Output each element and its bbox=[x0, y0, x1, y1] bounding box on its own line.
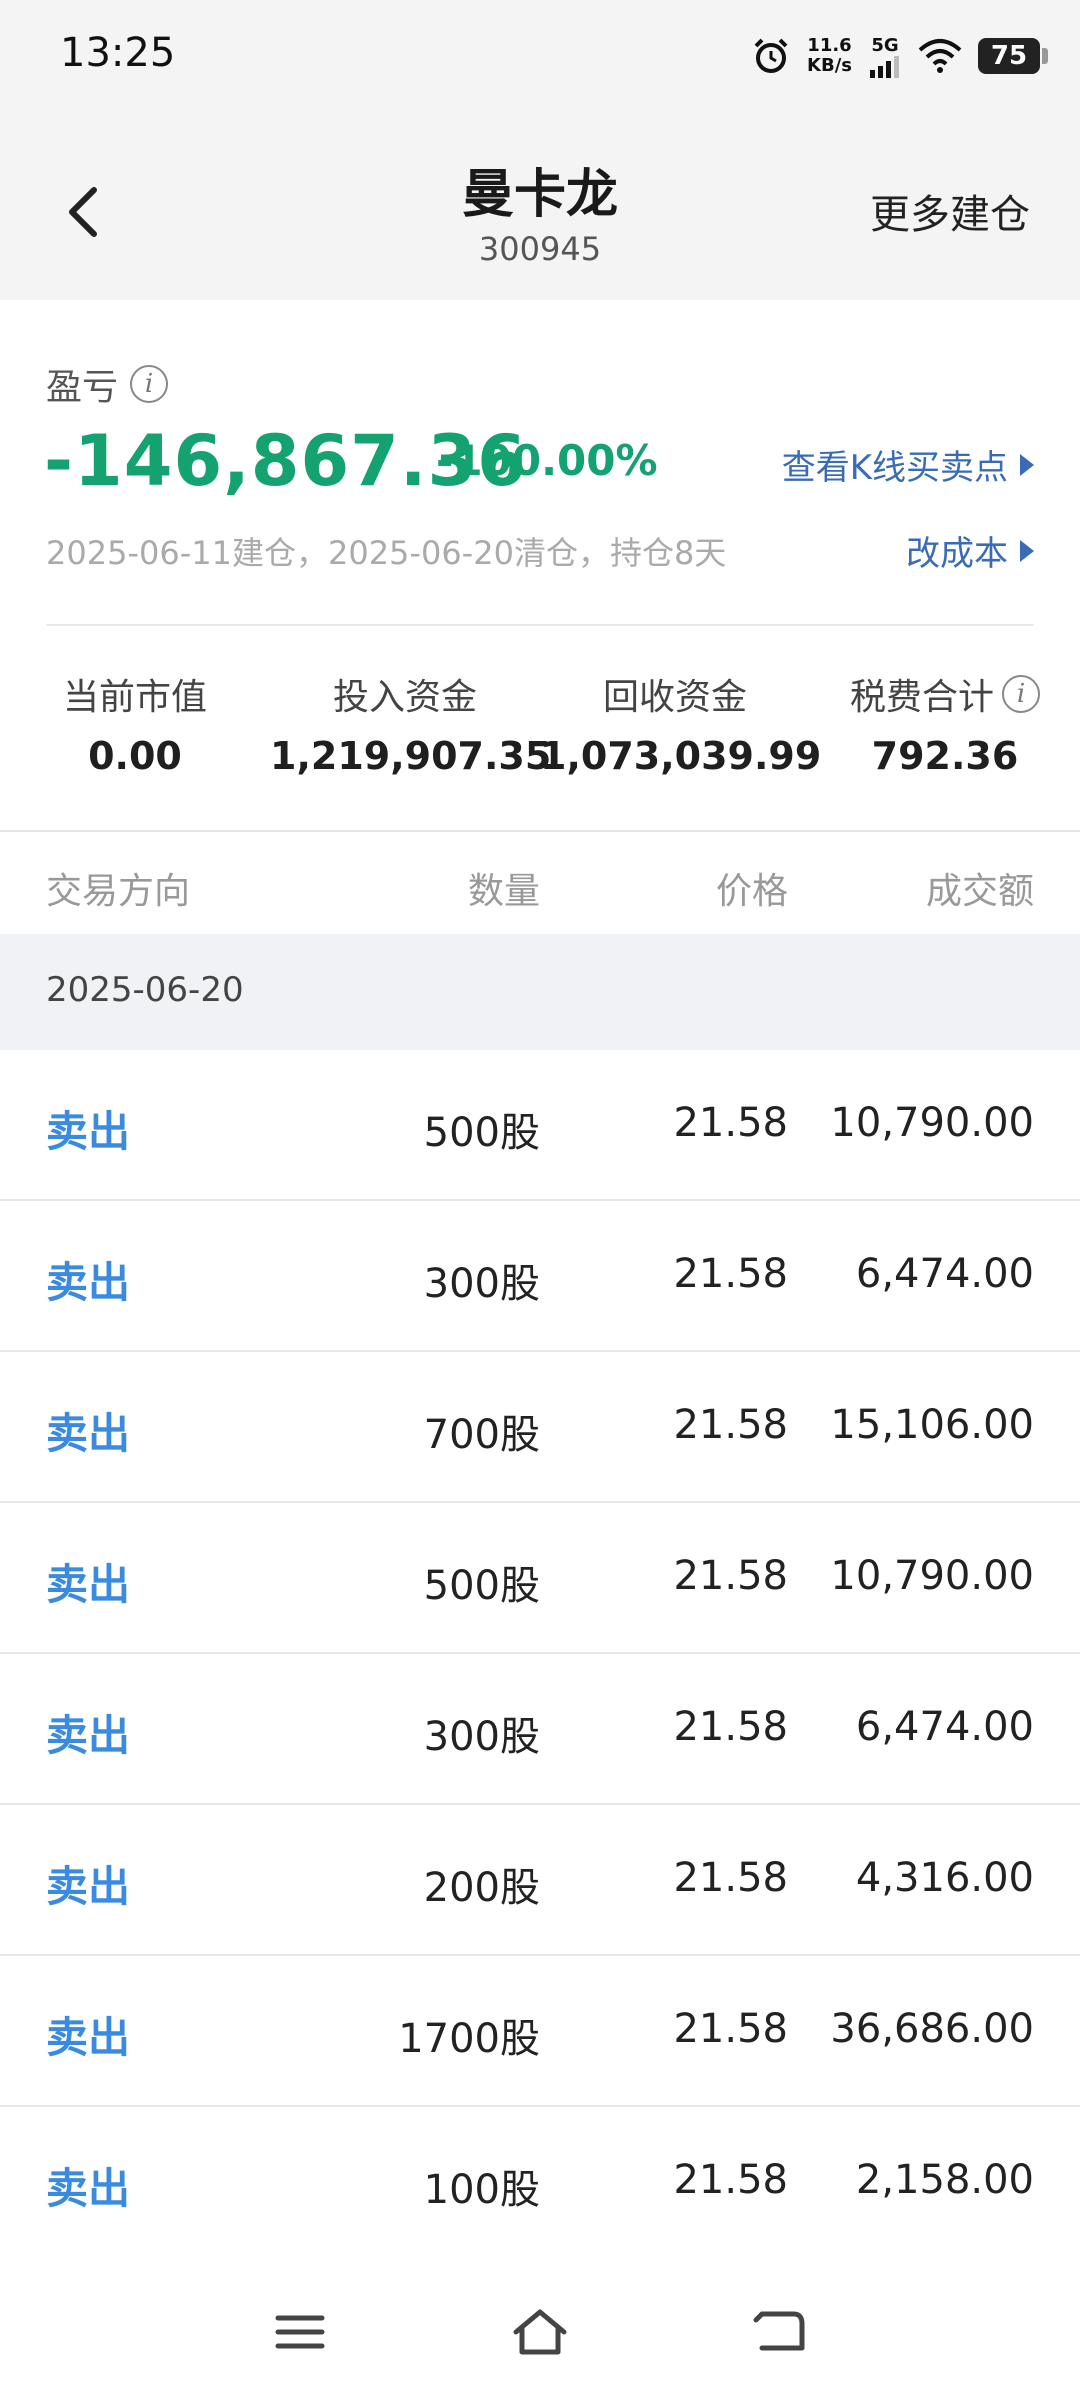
pl-label: 盈亏 bbox=[46, 367, 119, 408]
trade-direction: 卖出 bbox=[46, 1409, 131, 1458]
stat-recovered: 回收资金 1,073,039.99 bbox=[540, 668, 822, 778]
col-price: 价格 bbox=[715, 871, 788, 912]
status-bar: 13:25 11.6 KB/s 5G 75 bbox=[0, 0, 1080, 112]
alarm-icon bbox=[754, 38, 788, 73]
edit-cost-label: 改成本 bbox=[906, 534, 1008, 574]
edit-cost-link[interactable]: 改成本 bbox=[906, 526, 1034, 575]
arrow-right-icon bbox=[1020, 453, 1034, 476]
divider bbox=[46, 624, 1034, 626]
trade-direction: 卖出 bbox=[46, 1107, 131, 1156]
return-icon[interactable] bbox=[750, 2302, 810, 2362]
stat-label: 投入资金 bbox=[332, 677, 477, 718]
trade-quantity: 100股 bbox=[423, 2167, 540, 2213]
trade-price: 21.58 bbox=[673, 1402, 788, 1448]
col-quantity: 数量 bbox=[467, 871, 540, 912]
trade-row[interactable]: 卖出 100股 21.58 2,158.00 bbox=[0, 2107, 1080, 2258]
trade-row[interactable]: 卖出 300股 21.58 6,474.00 bbox=[0, 1654, 1080, 1805]
trade-direction: 卖出 bbox=[46, 1560, 131, 1609]
stat-value: 792.36 bbox=[871, 734, 1019, 778]
cell-signal: 5G bbox=[868, 35, 902, 78]
trade-direction: 卖出 bbox=[46, 2164, 131, 2213]
trade-amount: 10,790.00 bbox=[830, 1100, 1034, 1146]
kline-link[interactable]: 查看K线买卖点 bbox=[782, 440, 1034, 489]
trade-direction: 卖出 bbox=[46, 1711, 131, 1760]
wifi-icon bbox=[918, 39, 962, 73]
pl-summary: 盈亏 i -146,867.36 -100.00% 查看K线买卖点 2025-0… bbox=[0, 300, 1080, 830]
pl-percent: -100.00% bbox=[436, 436, 658, 485]
signal-icon bbox=[870, 55, 899, 78]
trade-table-header: 交易方向 数量 价格 成交额 bbox=[0, 832, 1080, 934]
trade-row[interactable]: 卖出 700股 21.58 15,106.00 bbox=[0, 1352, 1080, 1503]
system-nav-bar bbox=[0, 2254, 1080, 2400]
more-positions-button[interactable]: 更多建仓 bbox=[870, 182, 1030, 240]
trade-price: 21.58 bbox=[673, 2006, 788, 2052]
stat-value: 0.00 bbox=[88, 734, 182, 778]
trade-row[interactable]: 卖出 200股 21.58 4,316.00 bbox=[0, 1805, 1080, 1956]
info-icon[interactable]: i bbox=[130, 365, 169, 403]
trade-row[interactable]: 卖出 500股 21.58 10,790.00 bbox=[0, 1050, 1080, 1201]
net-speed-unit: KB/s bbox=[807, 55, 852, 76]
net-speed: 11.6 KB/s bbox=[807, 36, 852, 76]
trade-price: 21.58 bbox=[673, 1553, 788, 1599]
trade-amount: 36,686.00 bbox=[830, 2006, 1034, 2052]
trade-direction: 卖出 bbox=[46, 1862, 131, 1911]
trade-list: 卖出 500股 21.58 10,790.00 卖出 300股 21.58 6,… bbox=[0, 1050, 1080, 2258]
info-icon[interactable]: i bbox=[1002, 675, 1040, 713]
home-icon[interactable] bbox=[510, 2302, 570, 2362]
stat-label: 当前市值 bbox=[62, 677, 207, 718]
trade-direction: 卖出 bbox=[46, 2013, 131, 2062]
stat-fees: 税费合计 i 792.36 bbox=[810, 668, 1080, 778]
trade-price: 21.58 bbox=[673, 1704, 788, 1750]
net-speed-value: 11.6 bbox=[807, 35, 852, 56]
trade-amount: 4,316.00 bbox=[855, 1855, 1034, 1901]
trade-quantity: 700股 bbox=[423, 1412, 540, 1458]
trade-row[interactable]: 卖出 1700股 21.58 36,686.00 bbox=[0, 1956, 1080, 2107]
trade-price: 21.58 bbox=[673, 1100, 788, 1146]
network-type: 5G bbox=[871, 34, 899, 56]
stat-label: 回收资金 bbox=[602, 677, 747, 718]
trade-date: 2025-06-20 bbox=[46, 970, 244, 1010]
trade-row[interactable]: 卖出 500股 21.58 10,790.00 bbox=[0, 1503, 1080, 1654]
trade-amount: 2,158.00 bbox=[855, 2157, 1034, 2203]
trade-row[interactable]: 卖出 300股 21.58 6,474.00 bbox=[0, 1201, 1080, 1352]
arrow-right-icon bbox=[1020, 539, 1034, 562]
trade-direction: 卖出 bbox=[46, 1258, 131, 1307]
col-amount: 成交额 bbox=[925, 871, 1034, 912]
trade-amount: 6,474.00 bbox=[855, 1704, 1034, 1750]
trade-quantity: 500股 bbox=[423, 1563, 540, 1609]
trade-quantity: 200股 bbox=[423, 1865, 540, 1911]
trade-price: 21.58 bbox=[673, 1855, 788, 1901]
col-direction: 交易方向 bbox=[46, 871, 191, 912]
stat-value: 1,219,907.35 bbox=[270, 734, 552, 778]
trade-amount: 6,474.00 bbox=[855, 1251, 1034, 1297]
stat-label: 税费合计 bbox=[849, 677, 994, 718]
position-dates: 2025-06-11建仓，2025-06-20清仓，持仓8天 bbox=[46, 534, 727, 572]
trade-price: 21.58 bbox=[673, 1251, 788, 1297]
trade-quantity: 300股 bbox=[423, 1714, 540, 1760]
status-time: 13:25 bbox=[60, 30, 176, 76]
stat-market-value: 当前市值 0.00 bbox=[0, 668, 270, 778]
trade-quantity: 1700股 bbox=[398, 2016, 540, 2062]
trade-price: 21.58 bbox=[673, 2157, 788, 2203]
trade-date-group: 2025-06-20 bbox=[0, 934, 1080, 1050]
stat-value: 1,073,039.99 bbox=[540, 734, 822, 778]
menu-icon[interactable] bbox=[270, 2302, 330, 2362]
trade-amount: 15,106.00 bbox=[830, 1402, 1034, 1448]
trade-quantity: 300股 bbox=[423, 1261, 540, 1307]
trade-quantity: 500股 bbox=[423, 1110, 540, 1156]
kline-link-label: 查看K线买卖点 bbox=[781, 448, 1008, 488]
nav-bar: 曼卡龙 300945 更多建仓 bbox=[0, 112, 1080, 300]
battery-icon: 75 bbox=[978, 38, 1048, 74]
stat-invested: 投入资金 1,219,907.35 bbox=[270, 668, 552, 778]
pl-label-group: 盈亏 i bbox=[46, 358, 169, 410]
trade-amount: 10,790.00 bbox=[830, 1553, 1034, 1599]
status-icons: 11.6 KB/s 5G 75 bbox=[751, 30, 1048, 82]
